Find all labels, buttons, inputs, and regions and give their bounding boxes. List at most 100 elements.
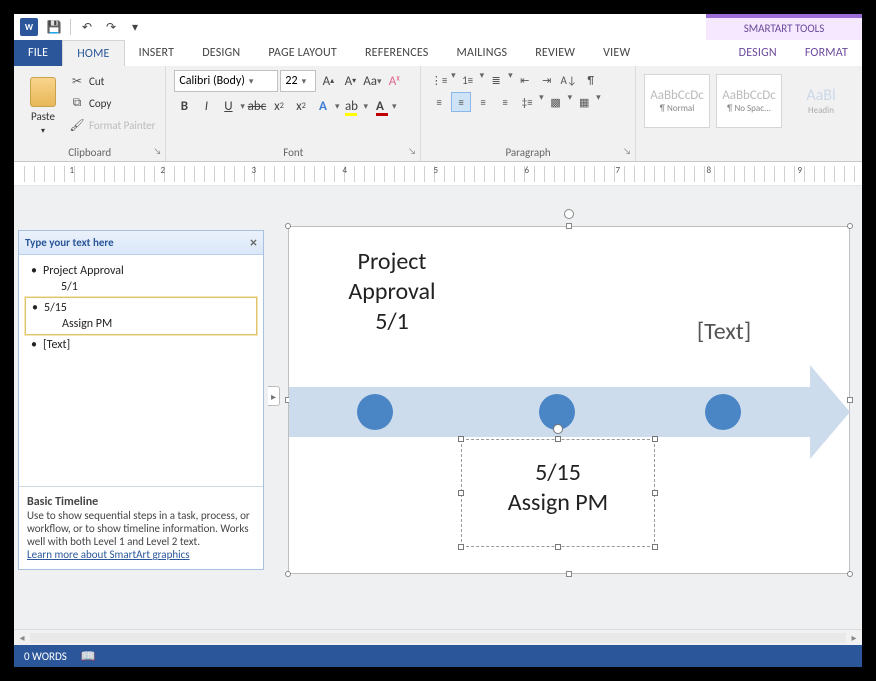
resize-handle[interactable] — [285, 571, 291, 577]
tab-page-layout[interactable]: PAGE LAYOUT — [254, 40, 351, 66]
save-icon[interactable]: 💾 — [44, 17, 64, 37]
dialog-launcher-icon[interactable]: ↘ — [153, 146, 161, 157]
paste-button[interactable]: Paste ▾ — [22, 70, 64, 142]
rotate-handle-icon[interactable] — [553, 424, 563, 434]
strikethrough-button[interactable]: abc — [247, 96, 267, 116]
tab-view[interactable]: VIEW — [589, 40, 644, 66]
status-bar: 0 WORDS 📖 — [14, 645, 862, 667]
learn-more-link[interactable]: Learn more about SmartArt graphics — [27, 548, 190, 561]
text-pane-item-selected[interactable]: 5/15 Assign PM — [25, 297, 257, 335]
quick-access-toolbar: 💾 ↶ ↷ ▾ — [44, 17, 145, 37]
resize-handle[interactable] — [458, 490, 464, 496]
smartart-canvas[interactable]: Project Approval 5/1 [Text] 5/15 Assign … — [288, 226, 850, 574]
font-size-combo[interactable]: 22▾ — [280, 70, 316, 92]
decrease-indent-button[interactable]: ⇤ — [515, 70, 535, 90]
resize-handle[interactable] — [652, 544, 658, 550]
subscript-button[interactable]: x2 — [269, 96, 289, 116]
change-case-button[interactable]: Aa▾ — [362, 71, 382, 91]
brush-icon: 🖌 — [70, 118, 84, 132]
resize-handle[interactable] — [458, 544, 464, 550]
align-left-button[interactable]: ≡ — [429, 92, 449, 112]
redo-icon[interactable]: ↷ — [101, 17, 121, 37]
close-icon[interactable]: × — [250, 234, 257, 251]
resize-handle[interactable] — [458, 436, 464, 442]
text-pane-description: Basic Timeline Use to show sequential st… — [19, 486, 263, 569]
grow-font-icon[interactable]: A▴ — [318, 71, 338, 91]
group-styles: AaBbCcDc¶ Normal AaBbCcDc¶ No Spac... Aa… — [636, 66, 862, 161]
horizontal-ruler[interactable]: 1234567891011121314151617 — [14, 162, 862, 186]
highlight-button[interactable]: ab — [341, 96, 361, 116]
bold-button[interactable]: B — [174, 96, 194, 116]
resize-handle[interactable] — [847, 223, 853, 229]
resize-handle[interactable] — [555, 544, 561, 550]
horizontal-scrollbar[interactable]: ◂ ▸ — [14, 629, 862, 645]
borders-button[interactable]: ▦ — [574, 92, 594, 112]
tab-mailings[interactable]: MAILINGS — [442, 40, 521, 66]
tab-references[interactable]: REFERENCES — [351, 40, 443, 66]
tab-design[interactable]: DESIGN — [188, 40, 254, 66]
tab-insert[interactable]: INSERT — [125, 40, 189, 66]
text-pane-item[interactable]: Project Approval 5/1 — [25, 261, 257, 297]
shading-button[interactable]: ▩ — [546, 92, 566, 112]
tab-review[interactable]: REVIEW — [521, 40, 589, 66]
clear-formatting-icon[interactable]: Aᵡ — [384, 71, 404, 91]
style-heading[interactable]: AaBlHeadin — [788, 74, 854, 128]
font-color-button[interactable]: A — [370, 96, 390, 116]
resize-handle[interactable] — [847, 571, 853, 577]
resize-handle[interactable] — [555, 436, 561, 442]
multilevel-button[interactable]: ≣ — [486, 70, 506, 90]
justify-button[interactable]: ≡ — [495, 92, 515, 112]
resize-handle[interactable] — [652, 490, 658, 496]
selected-shape[interactable]: 5/15 Assign PM — [461, 439, 655, 547]
tab-home[interactable]: HOME — [62, 40, 124, 66]
dialog-launcher-icon[interactable]: ↘ — [623, 146, 631, 157]
show-marks-button[interactable]: ¶ — [581, 70, 601, 90]
align-center-button[interactable]: ≡ — [451, 92, 471, 112]
smartart-text-pane: Type your text here × Project Approval 5… — [18, 230, 264, 570]
italic-button[interactable]: I — [196, 96, 216, 116]
text-pane-item[interactable]: [Text] — [25, 335, 257, 355]
scroll-track[interactable] — [30, 633, 846, 643]
text-pane-title-bar: Type your text here × — [19, 231, 263, 255]
paste-icon — [30, 77, 56, 107]
text-pane-body[interactable]: Project Approval 5/1 5/15 Assign PM [Tex… — [19, 255, 263, 486]
dialog-launcher-icon[interactable]: ↘ — [408, 146, 416, 157]
copy-button[interactable]: ⧉Copy — [70, 92, 155, 114]
align-right-button[interactable]: ≡ — [473, 92, 493, 112]
resize-handle[interactable] — [566, 571, 572, 577]
format-painter-button[interactable]: 🖌Format Painter — [70, 114, 155, 136]
word-count[interactable]: 0 WORDS — [24, 650, 67, 663]
superscript-button[interactable]: x2 — [291, 96, 311, 116]
tab-smartart-format[interactable]: FORMAT — [791, 40, 862, 66]
cut-button[interactable]: ✂Cut — [70, 70, 155, 92]
resize-handle[interactable] — [285, 223, 291, 229]
rotate-handle-icon[interactable] — [564, 209, 574, 219]
copy-icon: ⧉ — [70, 96, 84, 110]
resize-handle[interactable] — [566, 223, 572, 229]
style-normal[interactable]: AaBbCcDc¶ Normal — [644, 74, 710, 128]
tab-smartart-design[interactable]: DESIGN — [725, 40, 791, 66]
line-spacing-button[interactable]: ‡≡ — [517, 92, 537, 112]
text-effects-button[interactable]: A — [313, 96, 333, 116]
scroll-left-icon[interactable]: ◂ — [14, 631, 30, 644]
timeline-dot[interactable] — [705, 394, 741, 430]
style-no-spacing[interactable]: AaBbCcDc¶ No Spac... — [716, 74, 782, 128]
timeline-text-2[interactable]: 5/15 Assign PM — [462, 440, 654, 518]
scroll-right-icon[interactable]: ▸ — [846, 631, 862, 644]
timeline-dot[interactable] — [357, 394, 393, 430]
numbering-button[interactable]: 1≡ — [458, 70, 478, 90]
bullets-button[interactable]: ⋮≡ — [429, 70, 449, 90]
text-pane-toggle[interactable]: ▸ — [268, 386, 280, 406]
underline-button[interactable]: U — [218, 96, 238, 116]
resize-handle[interactable] — [652, 436, 658, 442]
tab-file[interactable]: FILE — [14, 40, 62, 66]
font-name-combo[interactable]: Calibri (Body)▾ — [174, 70, 278, 92]
increase-indent-button[interactable]: ⇥ — [537, 70, 557, 90]
timeline-text-1[interactable]: Project Approval 5/1 — [309, 247, 475, 337]
sort-button[interactable]: A↓ — [559, 70, 579, 90]
timeline-text-3[interactable]: [Text] — [659, 317, 789, 347]
undo-icon[interactable]: ↶ — [77, 17, 97, 37]
qat-customize-icon[interactable]: ▾ — [125, 17, 145, 37]
shrink-font-icon[interactable]: A▾ — [340, 71, 360, 91]
spellcheck-icon[interactable]: 📖 — [81, 649, 96, 664]
